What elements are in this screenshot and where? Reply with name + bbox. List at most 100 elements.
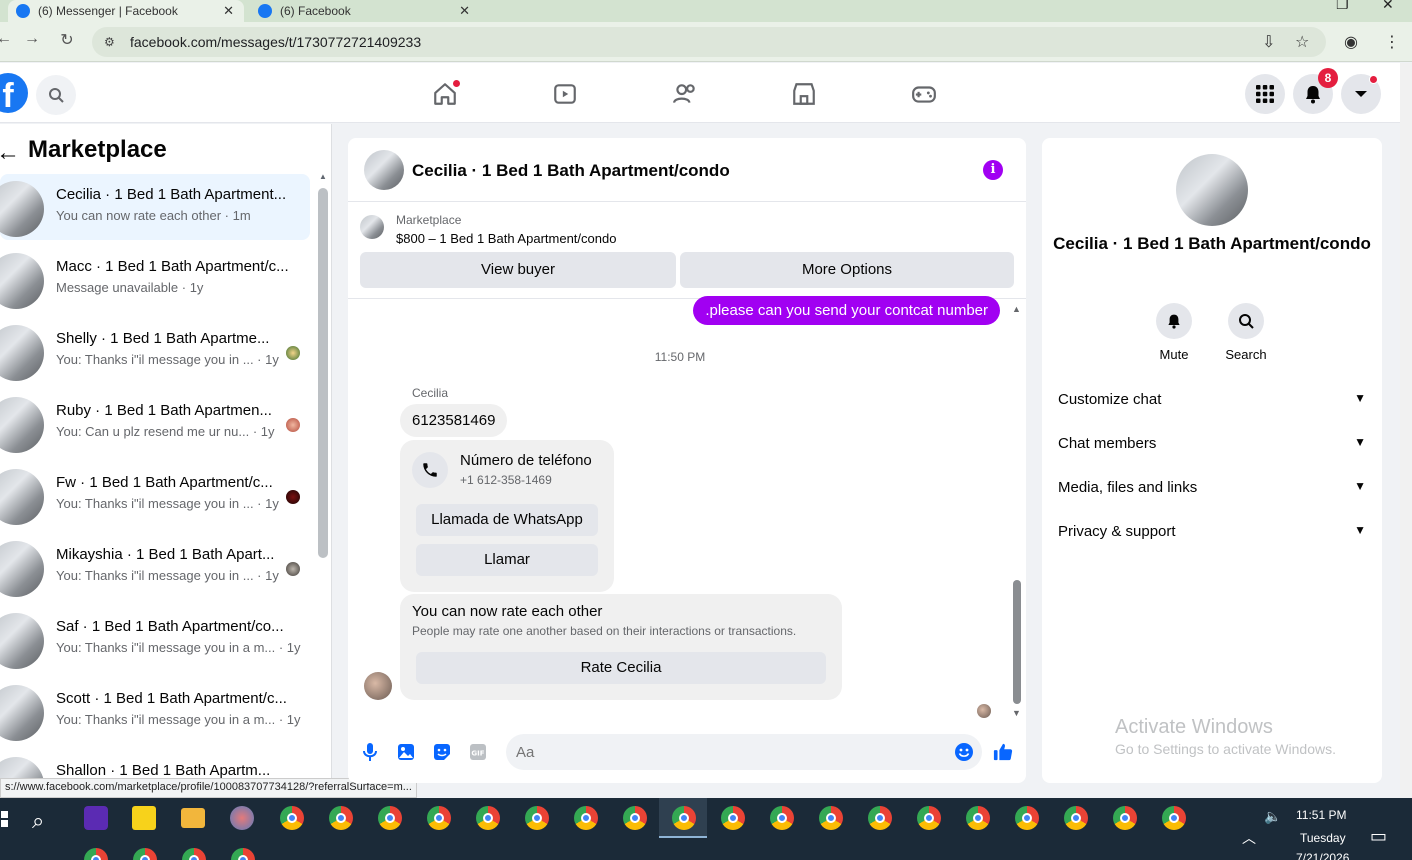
app-icon[interactable]	[84, 806, 108, 830]
taskbar-search-icon[interactable]: ⌕	[32, 808, 44, 834]
chrome-icon[interactable]	[133, 848, 157, 860]
whatsapp-call-button[interactable]: Llamada de WhatsApp	[416, 504, 598, 536]
chrome-icon[interactable]	[917, 806, 941, 830]
message-input[interactable]	[506, 734, 982, 770]
volume-icon[interactable]: 🔈	[1264, 808, 1281, 825]
chrome-icon[interactable]	[427, 806, 451, 830]
conversation-item[interactable]: Ruby · 1 Bed 1 Bath Apartmen... You: Can…	[0, 390, 310, 456]
chat-scrollbar[interactable]	[1013, 580, 1021, 704]
mute-button[interactable]: Mute	[1144, 303, 1204, 362]
paint-icon[interactable]	[230, 806, 254, 830]
conversation-item[interactable]: Fw · 1 Bed 1 Bath Apartment/c... You: Th…	[0, 462, 310, 528]
facebook-logo-icon[interactable]: f	[0, 73, 28, 115]
privacy-support-section[interactable]: Privacy & support ▼	[1058, 523, 1366, 540]
chrome-icon[interactable]	[378, 806, 402, 830]
chrome-icon[interactable]	[1113, 806, 1137, 830]
reload-icon[interactable]: ↻	[55, 30, 79, 50]
conversation-preview: You can now rate each other · 1m	[56, 208, 251, 223]
chrome-icon[interactable]	[1064, 806, 1088, 830]
tab-messenger[interactable]: (6) Messenger | Facebook ✕	[8, 0, 244, 22]
info-icon[interactable]: i	[983, 160, 1003, 180]
conversation-item[interactable]: Scott · 1 Bed 1 Bath Apartment/c... You:…	[0, 678, 310, 744]
chrome-icon[interactable]	[84, 848, 108, 860]
call-button[interactable]: Llamar	[416, 544, 598, 576]
chat-members-section[interactable]: Chat members ▼	[1058, 435, 1366, 452]
sticky-notes-icon[interactable]	[132, 806, 156, 830]
chrome-icon[interactable]	[329, 806, 353, 830]
emoji-icon[interactable]	[954, 742, 974, 762]
show-hidden-icons-chevron[interactable]: ︿	[1242, 828, 1256, 848]
search-in-chat-button[interactable]: Search	[1216, 303, 1276, 362]
chrome-icon[interactable]	[1162, 806, 1186, 830]
omnibox[interactable]: ⚙ facebook.com/messages/t/17307727214092…	[92, 27, 1326, 57]
back-icon[interactable]: ←	[0, 30, 16, 48]
chrome-icon[interactable]	[721, 806, 745, 830]
sidebar-scrollbar[interactable]	[318, 188, 328, 558]
conversation-item[interactable]: Shelly · 1 Bed 1 Bath Apartme... You: Th…	[0, 318, 310, 384]
chrome-icon[interactable]	[623, 806, 647, 830]
chrome-icon[interactable]	[770, 806, 794, 830]
video-icon	[554, 84, 576, 104]
avatar[interactable]	[364, 150, 404, 190]
clock-time[interactable]: 11:51 PM	[1296, 808, 1346, 822]
conversation-item[interactable]: Saf · 1 Bed 1 Bath Apartment/co... You: …	[0, 606, 310, 672]
chrome-icon[interactable]	[280, 806, 304, 830]
chrome-icon[interactable]	[574, 806, 598, 830]
chrome-icon[interactable]	[231, 848, 255, 860]
customize-chat-section[interactable]: Customize chat ▼	[1058, 391, 1366, 408]
more-options-button[interactable]: More Options	[680, 252, 1014, 288]
page-scrollbar[interactable]	[1400, 63, 1412, 800]
file-explorer-icon[interactable]	[181, 808, 205, 828]
bookmark-star-icon[interactable]: ☆	[1295, 32, 1309, 52]
close-window-icon[interactable]: ✕	[1382, 0, 1394, 13]
forward-icon[interactable]: →	[20, 30, 44, 48]
close-tab-icon[interactable]: ✕	[459, 3, 470, 19]
site-settings-icon[interactable]: ⚙	[104, 35, 120, 49]
windows-start-icon[interactable]	[0, 811, 8, 827]
scroll-down-arrow-icon[interactable]: ▼	[1012, 708, 1021, 718]
chrome-icon[interactable]	[476, 806, 500, 830]
chevron-down-icon: ▼	[1354, 435, 1366, 449]
chrome-icon[interactable]	[868, 806, 892, 830]
back-arrow-icon[interactable]: ←	[0, 139, 20, 167]
chat-title[interactable]: Cecilia · 1 Bed 1 Bath Apartment/condo	[412, 161, 730, 181]
chrome-icon[interactable]	[819, 806, 843, 830]
microphone-icon[interactable]	[360, 742, 380, 762]
sticker-icon[interactable]	[432, 742, 452, 762]
media-files-links-section[interactable]: Media, files and links ▼	[1058, 479, 1366, 496]
avatar[interactable]	[1176, 154, 1248, 226]
restore-window-icon[interactable]: ❐	[1336, 0, 1349, 13]
thumbs-up-icon[interactable]	[993, 742, 1013, 762]
conversation-item[interactable]: Mikayshia · 1 Bed 1 Bath Apart... You: T…	[0, 534, 310, 600]
scroll-up-arrow-icon[interactable]: ▲	[1012, 304, 1021, 314]
conversation-item[interactable]: Cecilia · 1 Bed 1 Bath Apartment... You …	[0, 174, 310, 240]
listing-price-title[interactable]: $800 – 1 Bed 1 Bath Apartment/condo	[396, 231, 616, 246]
chrome-icon[interactable]	[672, 806, 696, 830]
conversation-item[interactable]: Macc · 1 Bed 1 Bath Apartment/c... Messa…	[0, 246, 310, 312]
photo-icon[interactable]	[396, 742, 416, 762]
chrome-icon[interactable]	[966, 806, 990, 830]
scroll-up-arrow-icon[interactable]: ▲	[319, 172, 327, 181]
clock-date[interactable]: 7/21/2026	[1296, 851, 1349, 860]
close-tab-icon[interactable]: ✕	[223, 3, 234, 19]
clock-day[interactable]: Tuesday	[1300, 831, 1346, 845]
gif-icon[interactable]: GIF	[468, 742, 488, 762]
url-text[interactable]: facebook.com/messages/t/1730772721409233	[130, 34, 421, 50]
chrome-icon[interactable]	[182, 848, 206, 860]
notification-center-icon[interactable]: ▭	[1370, 826, 1387, 847]
view-buyer-button[interactable]: View buyer	[360, 252, 676, 288]
nav-friends[interactable]	[671, 80, 699, 108]
nav-gaming[interactable]	[910, 80, 938, 108]
tab-facebook[interactable]: (6) Facebook ✕	[250, 0, 480, 22]
chrome-icon[interactable]	[525, 806, 549, 830]
facebook-search-button[interactable]	[36, 75, 76, 115]
profile-icon[interactable]: ◉	[1344, 32, 1358, 52]
rate-cecilia-button[interactable]: Rate Cecilia	[416, 652, 826, 684]
nav-video[interactable]	[551, 80, 579, 108]
sender-avatar[interactable]	[364, 672, 392, 700]
chrome-icon[interactable]	[1015, 806, 1039, 830]
menu-button[interactable]	[1245, 74, 1285, 114]
browser-menu-icon[interactable]: ⋮	[1384, 32, 1400, 52]
nav-marketplace[interactable]	[790, 80, 818, 108]
install-app-icon[interactable]: ⇩	[1262, 32, 1275, 52]
